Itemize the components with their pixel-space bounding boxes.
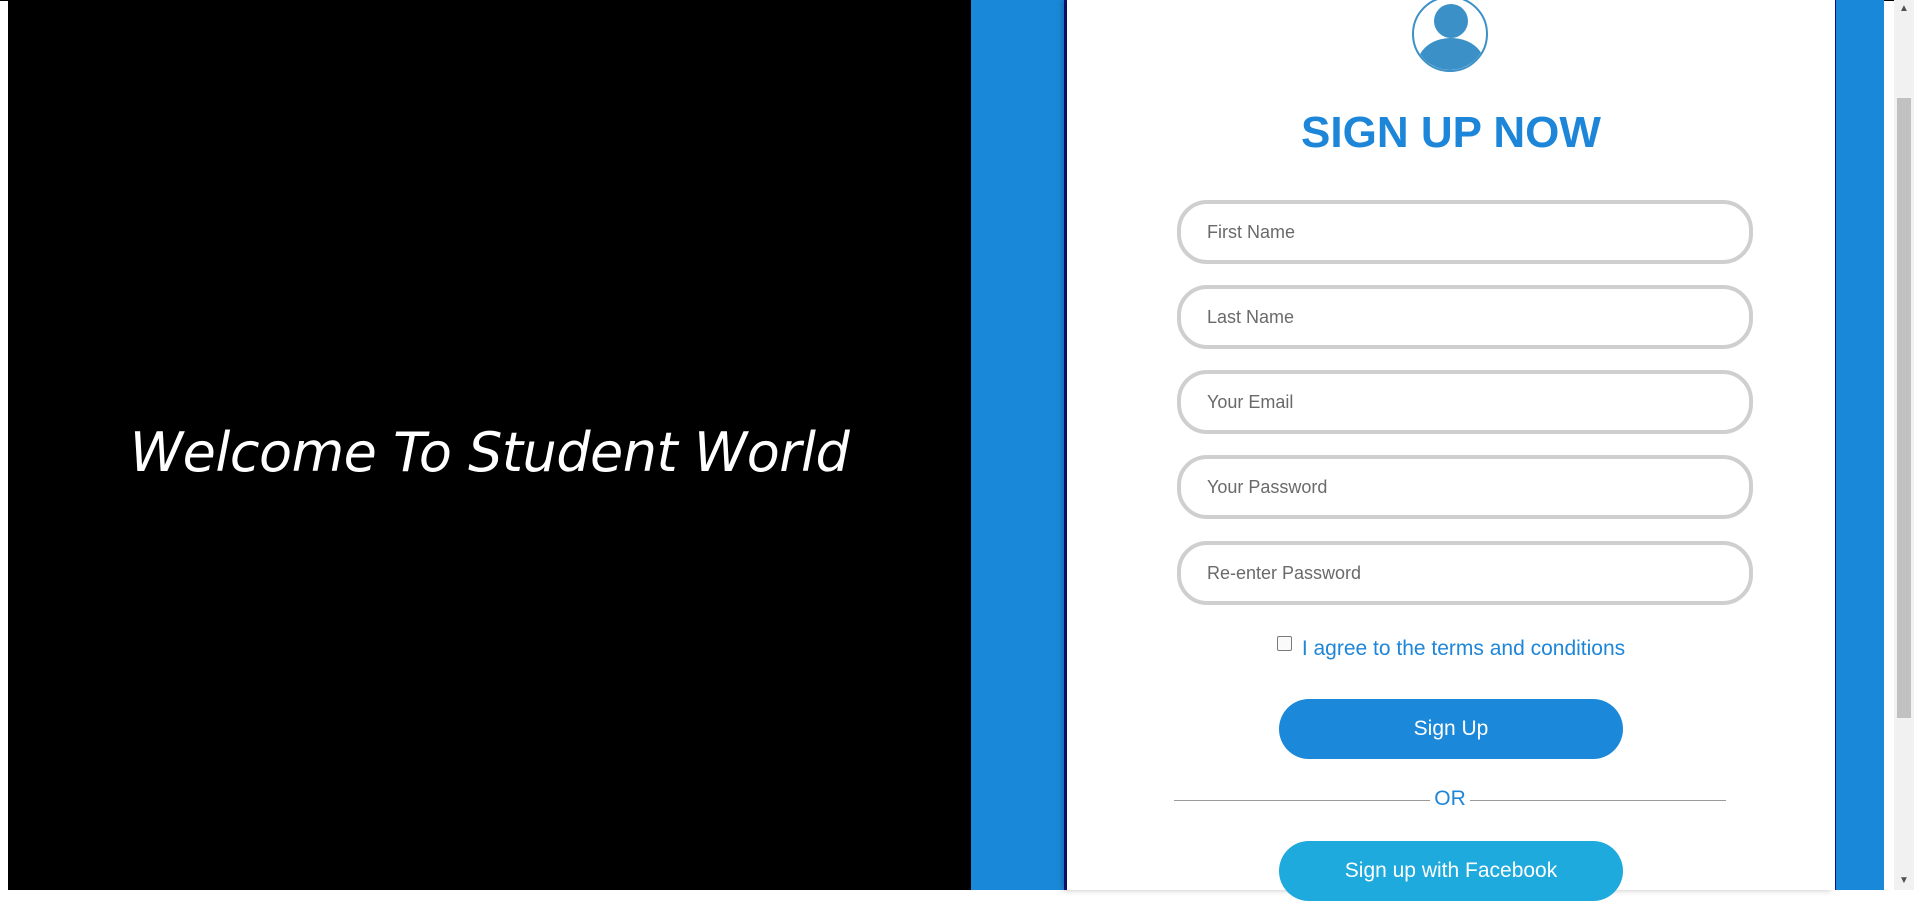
user-avatar-icon bbox=[1412, 0, 1488, 72]
page-title: SIGN UP NOW bbox=[1301, 108, 1601, 157]
scroll-down-arrow-icon[interactable]: ▼ bbox=[1894, 872, 1914, 890]
welcome-heading: Welcome To Student World bbox=[129, 421, 850, 484]
or-divider: OR bbox=[1174, 787, 1726, 813]
reenter-password-field[interactable] bbox=[1177, 541, 1753, 605]
left-blue-band bbox=[971, 0, 1064, 890]
password-field[interactable] bbox=[1177, 455, 1753, 519]
facebook-signup-button[interactable]: Sign up with Facebook bbox=[1279, 841, 1623, 901]
signup-card: SIGN UP NOW I agree to the terms and con… bbox=[1067, 0, 1835, 901]
vertical-scrollbar[interactable]: ▲ ▼ bbox=[1894, 0, 1914, 890]
terms-link[interactable]: I agree to the terms and conditions bbox=[1302, 637, 1625, 660]
avatar-body-shape bbox=[1418, 38, 1484, 70]
sign-up-button[interactable]: Sign Up bbox=[1279, 699, 1623, 759]
last-name-field[interactable] bbox=[1177, 285, 1753, 349]
email-field[interactable] bbox=[1177, 370, 1753, 434]
terms-checkbox[interactable] bbox=[1276, 636, 1292, 651]
first-name-field[interactable] bbox=[1177, 200, 1753, 264]
right-blue-band bbox=[1836, 0, 1884, 890]
avatar-head-shape bbox=[1434, 4, 1468, 38]
divider-line-right bbox=[1470, 800, 1726, 801]
scrollbar-thumb[interactable] bbox=[1897, 98, 1911, 718]
scroll-up-arrow-icon[interactable]: ▲ bbox=[1894, 0, 1914, 18]
terms-row: I agree to the terms and conditions bbox=[1067, 636, 1835, 661]
welcome-panel: Welcome To Student World bbox=[8, 1, 971, 890]
or-label: OR bbox=[1434, 787, 1466, 810]
